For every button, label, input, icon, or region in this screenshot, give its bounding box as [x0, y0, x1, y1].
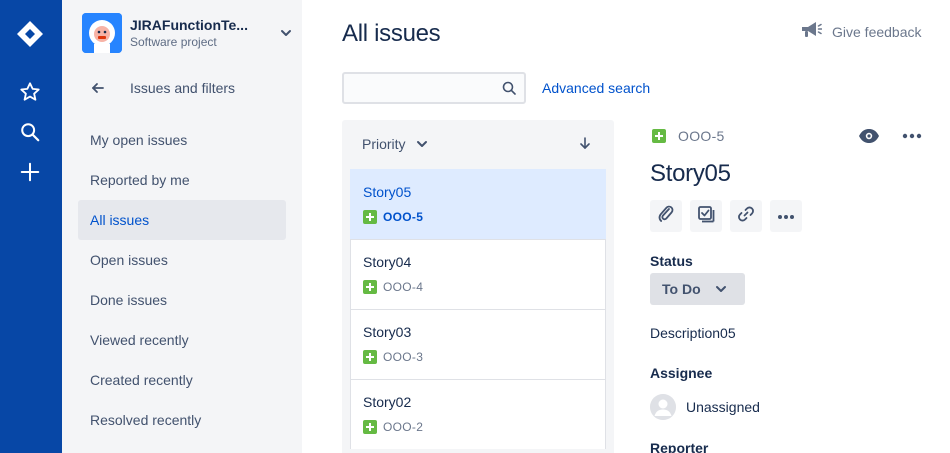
more-actions-icon[interactable]: [900, 126, 924, 146]
issue-key: OOO-4: [383, 280, 424, 294]
story-icon: [652, 129, 666, 143]
status-label: Status: [650, 253, 693, 269]
project-name: JIRAFunctionTe...: [130, 17, 248, 33]
status-dropdown[interactable]: To Do: [650, 273, 745, 305]
story-icon: [363, 280, 377, 294]
attach-button[interactable]: [650, 200, 682, 232]
issue-card-ooo-5[interactable]: Story05 OOO-5: [350, 169, 606, 239]
issue-key: OOO-2: [383, 420, 424, 434]
sidebar-item-reported-by-me[interactable]: Reported by me: [78, 160, 286, 200]
detail-breadcrumb: OOO-5: [652, 128, 725, 144]
project-sidebar: JIRAFunctionTe... Software project Issue…: [62, 0, 302, 453]
advanced-search-link[interactable]: Advanced search: [542, 80, 650, 96]
paperclip-icon: [657, 205, 675, 228]
add-subtask-button[interactable]: [690, 200, 722, 232]
chevron-down-icon: [278, 25, 294, 41]
sidebar-item-all-issues[interactable]: All issues: [78, 200, 286, 240]
issue-list-panel: Priority Story05 OOO-5 Story04 OOO-4 Sto…: [342, 120, 614, 453]
back-to-issues-and-filters[interactable]: Issues and filters: [82, 74, 292, 102]
more-detail-actions-button[interactable]: [770, 200, 802, 232]
link-icon: [737, 205, 755, 228]
back-label: Issues and filters: [130, 80, 236, 96]
search-box: [342, 72, 526, 104]
issue-card-ooo-4[interactable]: Story04 OOO-4: [350, 239, 606, 309]
issue-summary: Story03: [363, 324, 412, 340]
search-input[interactable]: [344, 74, 494, 102]
global-nav: [0, 0, 62, 453]
chevron-down-icon: [715, 283, 727, 295]
issue-card-ooo-3[interactable]: Story03 OOO-3: [350, 309, 606, 379]
jira-logo-icon[interactable]: [16, 20, 44, 48]
more-horizontal-icon: [777, 207, 795, 225]
give-feedback-label: Give feedback: [832, 24, 922, 40]
sidebar-item-resolved-recently[interactable]: Resolved recently: [78, 400, 286, 440]
story-icon: [363, 210, 377, 224]
sidebar-item-created-recently[interactable]: Created recently: [78, 360, 286, 400]
status-value: To Do: [662, 281, 701, 297]
page-title: All issues: [342, 20, 441, 47]
story-icon: [363, 420, 377, 434]
reporter-label: Reporter: [650, 440, 709, 453]
issue-description[interactable]: Description05: [650, 325, 736, 341]
sort-field-dropdown[interactable]: Priority: [352, 132, 428, 156]
megaphone-icon: [800, 20, 823, 45]
sidebar-item-viewed-recently[interactable]: Viewed recently: [78, 320, 286, 360]
detail-issue-key[interactable]: OOO-5: [678, 128, 725, 144]
sidebar-item-open-issues[interactable]: Open issues: [78, 240, 286, 280]
search-icon[interactable]: [16, 118, 44, 146]
issue-summary: Story02: [363, 394, 412, 410]
issue-key: OOO-5: [383, 210, 424, 224]
plus-icon[interactable]: [16, 158, 44, 186]
issue-summary: Story04: [363, 254, 412, 270]
chevron-down-icon: [416, 138, 428, 150]
watch-eye-icon[interactable]: [858, 126, 880, 146]
sort-direction-arrow-down-icon[interactable]: [578, 136, 592, 150]
link-issue-button[interactable]: [730, 200, 762, 232]
assignee-value: Unassigned: [686, 399, 760, 415]
arrow-left-icon: [88, 78, 108, 98]
assignee-label: Assignee: [650, 365, 713, 381]
issue-card-ooo-2[interactable]: Story02 OOO-2: [350, 379, 606, 449]
project-avatar: [82, 13, 122, 53]
search-icon[interactable]: [502, 81, 516, 95]
star-icon[interactable]: [16, 78, 44, 106]
sidebar-item-my-open-issues[interactable]: My open issues: [78, 120, 286, 160]
sort-field-label: Priority: [362, 136, 406, 152]
give-feedback-button[interactable]: Give feedback: [800, 20, 922, 44]
project-type: Software project: [130, 35, 217, 49]
issue-key: OOO-3: [383, 350, 424, 364]
user-avatar-icon: [650, 394, 676, 420]
issue-summary: Story05: [363, 184, 412, 200]
checklist-icon: [697, 205, 715, 228]
assignee-field[interactable]: Unassigned: [650, 394, 760, 420]
story-icon: [363, 350, 377, 364]
sidebar-item-done-issues[interactable]: Done issues: [78, 280, 286, 320]
project-switcher[interactable]: JIRAFunctionTe... Software project: [82, 12, 294, 54]
issue-title: Story05: [650, 160, 731, 187]
